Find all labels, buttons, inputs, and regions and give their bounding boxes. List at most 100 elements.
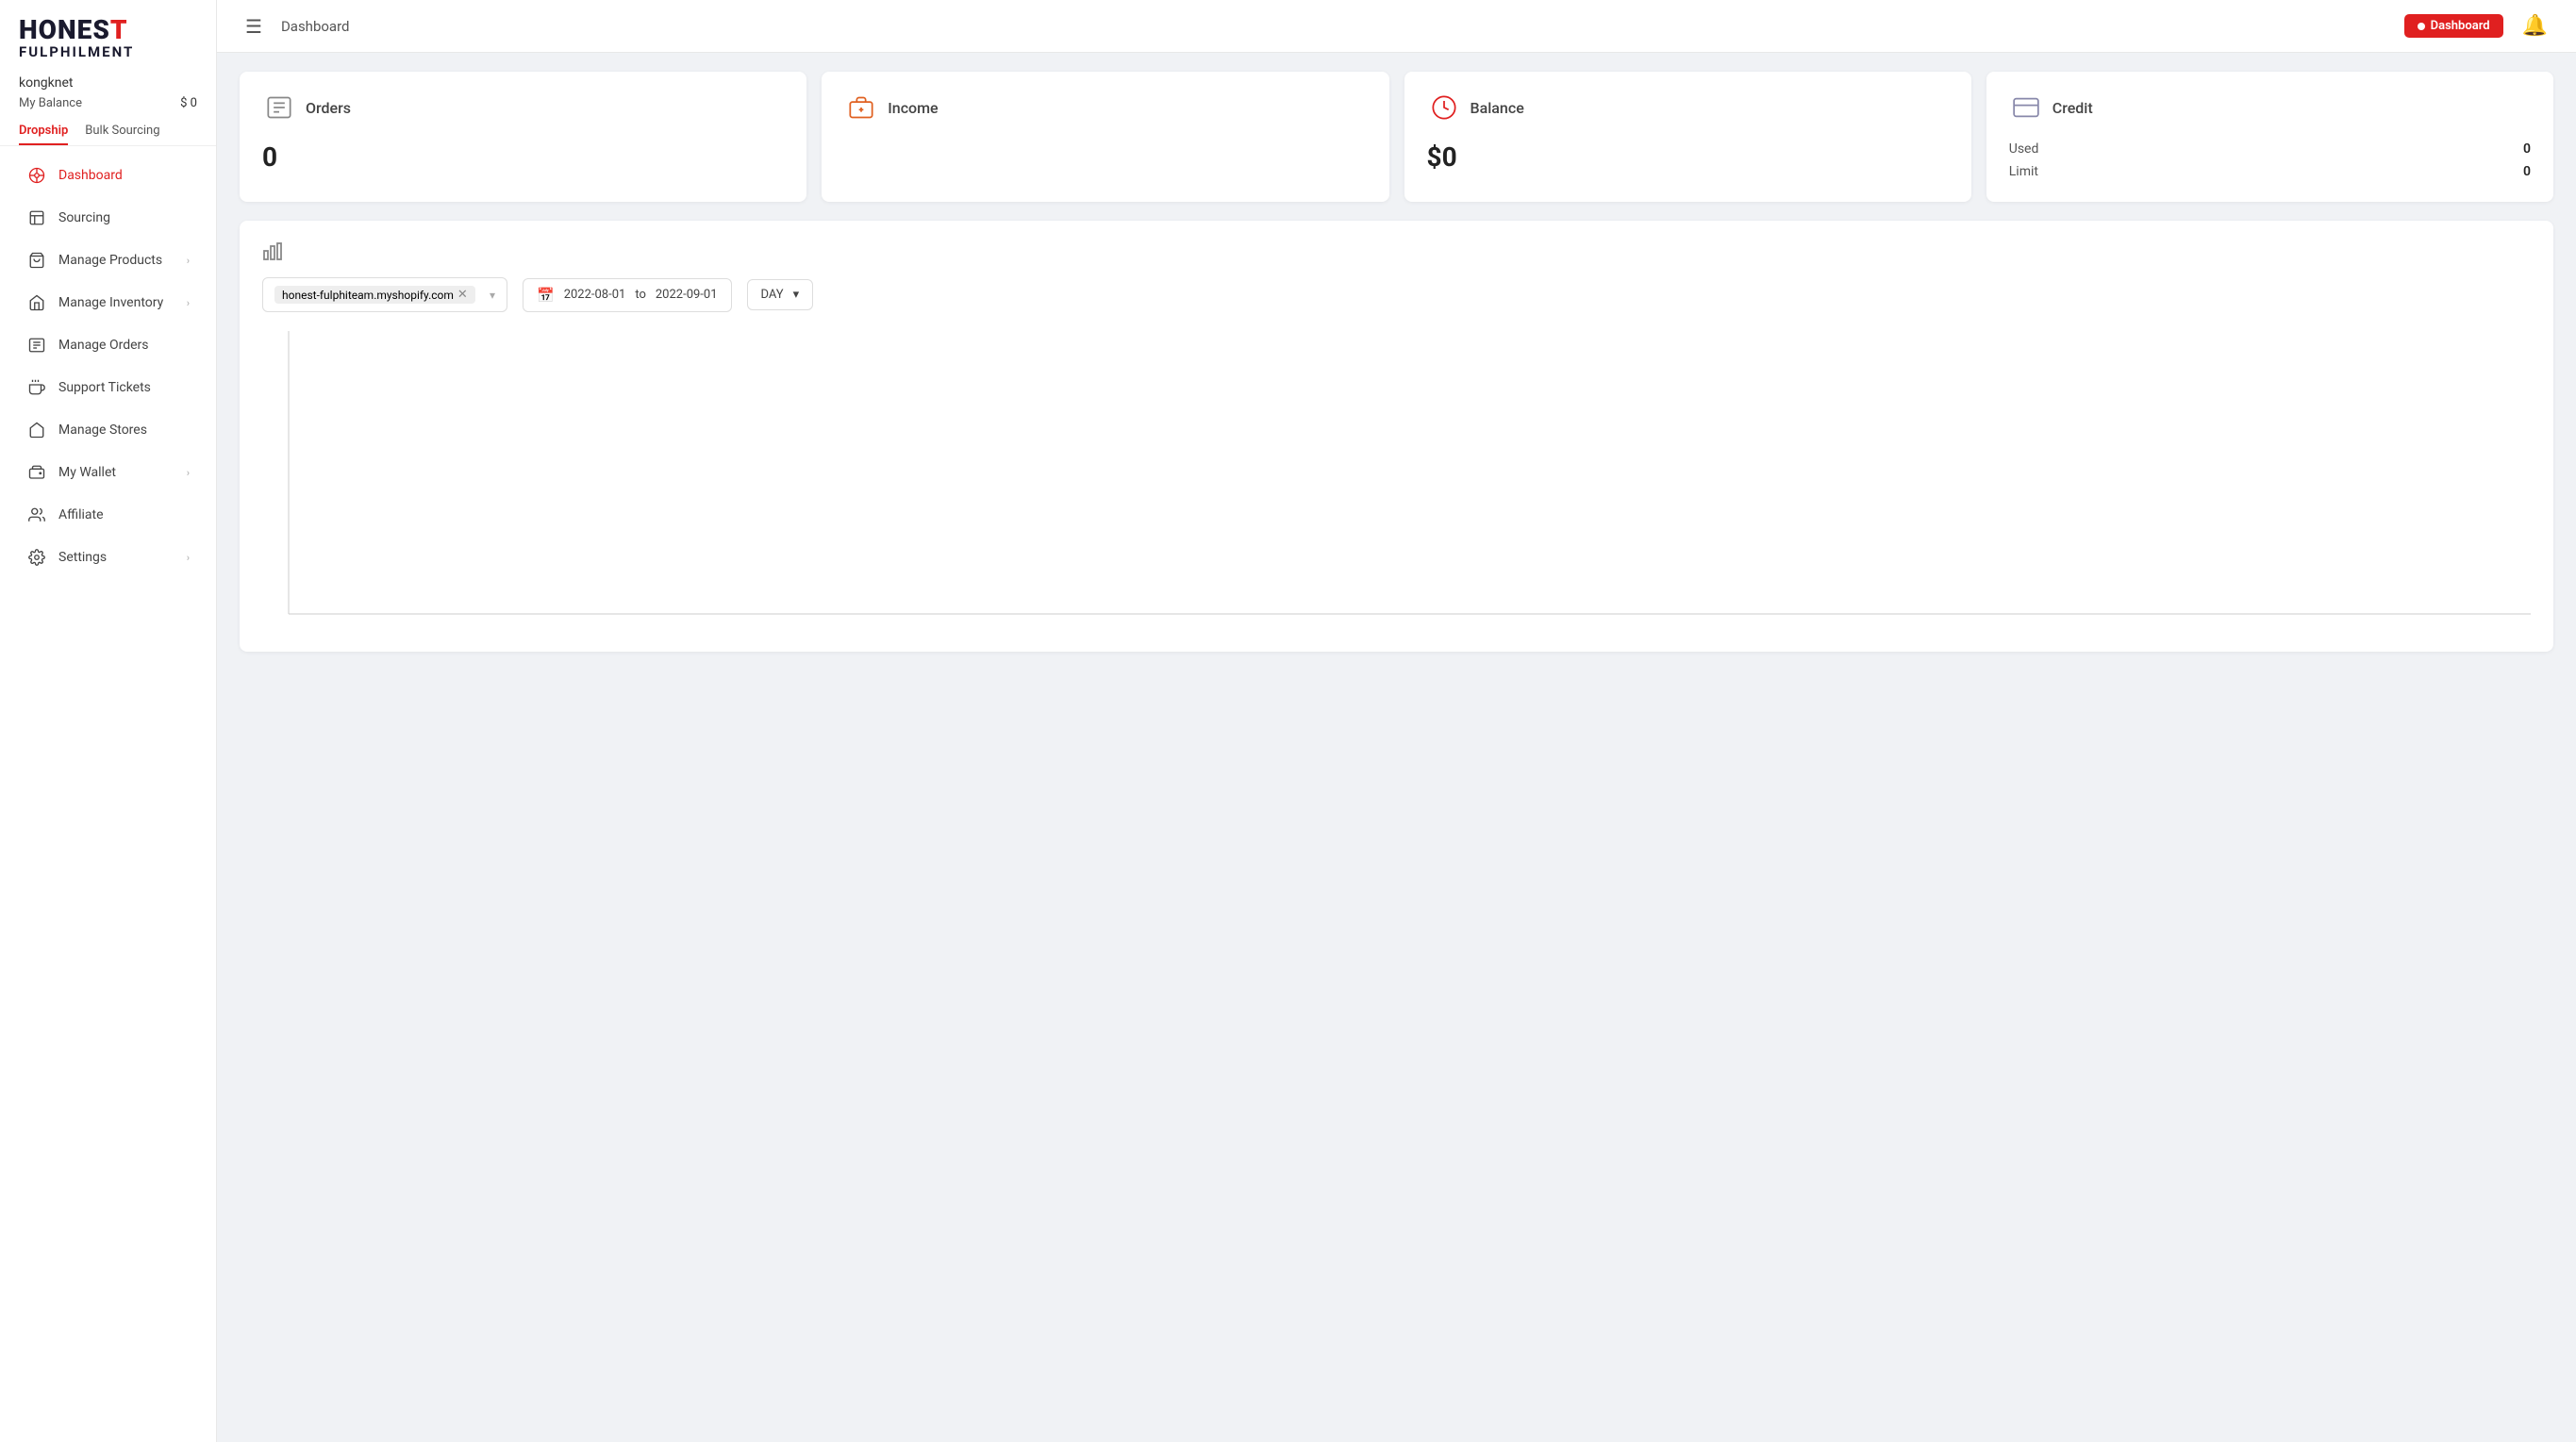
sourcing-icon — [26, 207, 47, 228]
sidebar-nav: Dashboard Sourcing Manage — [0, 154, 216, 579]
sidebar-item-inventory-label: Manage Inventory — [58, 295, 187, 310]
stat-cards: Orders 0 Income — [240, 72, 2553, 202]
chart-controls: honest-fulphiteam.myshopify.com ✕ ▾ 📅 20… — [262, 277, 2531, 312]
sidebar: HONEST FULPHILMENT kongknet My Balance $… — [0, 0, 217, 1442]
sidebar-item-sourcing[interactable]: Sourcing — [8, 197, 208, 239]
store-tag-remove[interactable]: ✕ — [457, 288, 468, 302]
credit-card-title: Credit — [2052, 99, 2093, 117]
sidebar-item-dashboard-label: Dashboard — [58, 168, 190, 183]
stores-icon — [26, 420, 47, 440]
tab-row: Dropship Bulk Sourcing — [0, 118, 216, 146]
credit-card-header: Credit — [2009, 91, 2531, 124]
balance-label: My Balance — [19, 96, 82, 110]
orders-card: Orders 0 — [240, 72, 806, 202]
sidebar-item-manage-inventory[interactable]: Manage Inventory › — [8, 282, 208, 323]
settings-chevron-icon: › — [187, 552, 190, 564]
products-icon — [26, 250, 47, 271]
sidebar-item-sourcing-label: Sourcing — [58, 210, 190, 225]
topbar-title: Dashboard — [281, 18, 350, 35]
date-range-selector[interactable]: 📅 2022-08-01 to 2022-09-01 — [523, 278, 732, 312]
sidebar-item-wallet-label: My Wallet — [58, 465, 187, 480]
content-area: Orders 0 Income — [217, 53, 2576, 1442]
chart-icon-header — [262, 240, 2531, 266]
calendar-icon: 📅 — [537, 287, 555, 304]
balance-amount: $ 0 — [180, 96, 197, 110]
credit-card-icon — [2009, 91, 2043, 124]
username: kongknet — [0, 70, 216, 91]
income-card: Income — [822, 72, 1388, 202]
sidebar-item-dashboard[interactable]: Dashboard — [8, 155, 208, 196]
badge-label: Dashboard — [2431, 19, 2490, 33]
orders-card-header: Orders — [262, 91, 784, 124]
topbar: ☰ Dashboard Dashboard 🔔 — [217, 0, 2576, 53]
notification-bell-icon[interactable]: 🔔 — [2522, 14, 2548, 38]
support-icon — [26, 377, 47, 398]
store-tag: honest-fulphiteam.myshopify.com ✕ — [274, 286, 475, 304]
store-select-chevron-icon: ▾ — [490, 289, 495, 302]
balance-card-header: Balance — [1427, 91, 1949, 124]
settings-icon — [26, 547, 47, 568]
credit-limit-value: 0 — [2523, 164, 2531, 179]
date-from: 2022-08-01 — [564, 288, 626, 302]
chart-section: honest-fulphiteam.myshopify.com ✕ ▾ 📅 20… — [240, 221, 2553, 652]
sidebar-item-affiliate-label: Affiliate — [58, 507, 190, 522]
orders-card-title: Orders — [306, 99, 351, 117]
inventory-chevron-icon: › — [187, 297, 190, 309]
products-chevron-icon: › — [187, 255, 190, 267]
logo-t-letter: T — [110, 14, 128, 45]
sidebar-item-orders-label: Manage Orders — [58, 338, 190, 353]
period-label: DAY — [761, 288, 784, 302]
chart-placeholder — [262, 331, 2531, 633]
income-card-title: Income — [888, 99, 938, 117]
sidebar-item-manage-orders[interactable]: Manage Orders — [8, 324, 208, 366]
income-card-header: Income — [844, 91, 1366, 124]
balance-card-icon — [1427, 91, 1461, 124]
logo-fulphilment: FULPHILMENT — [19, 43, 197, 60]
credit-used-value: 0 — [2523, 141, 2531, 157]
sidebar-item-affiliate[interactable]: Affiliate — [8, 494, 208, 536]
credit-used-row: Used 0 — [2009, 141, 2531, 157]
credit-limit-row: Limit 0 — [2009, 164, 2531, 179]
orders-icon — [26, 335, 47, 356]
hamburger-icon[interactable]: ☰ — [245, 15, 262, 38]
store-selector[interactable]: honest-fulphiteam.myshopify.com ✕ ▾ — [262, 277, 507, 312]
sidebar-item-products-label: Manage Products — [58, 253, 187, 268]
sidebar-item-settings[interactable]: Settings › — [8, 537, 208, 578]
sidebar-item-my-wallet[interactable]: My Wallet › — [8, 452, 208, 493]
dashboard-badge[interactable]: Dashboard — [2404, 14, 2503, 38]
period-selector[interactable]: DAY ▾ — [747, 279, 814, 310]
balance-card-value: $0 — [1427, 141, 1949, 173]
sidebar-item-settings-label: Settings — [58, 550, 187, 565]
orders-card-value: 0 — [262, 141, 784, 173]
badge-dot — [2418, 23, 2425, 30]
tab-dropship[interactable]: Dropship — [19, 118, 68, 145]
sidebar-item-stores-label: Manage Stores — [58, 423, 190, 438]
sidebar-item-manage-stores[interactable]: Manage Stores — [8, 409, 208, 451]
credit-used-label: Used — [2009, 141, 2039, 157]
orders-card-icon — [262, 91, 296, 124]
main-content: ☰ Dashboard Dashboard 🔔 — [217, 0, 2576, 1442]
balance-row: My Balance $ 0 — [0, 91, 216, 118]
balance-card: Balance $0 — [1404, 72, 1971, 202]
credit-rows: Used 0 Limit 0 — [2009, 141, 2531, 179]
sidebar-item-support-label: Support Tickets — [58, 380, 190, 395]
sidebar-item-manage-products[interactable]: Manage Products › — [8, 240, 208, 281]
topbar-left: ☰ Dashboard — [245, 15, 349, 38]
tab-bulk-sourcing[interactable]: Bulk Sourcing — [85, 118, 159, 145]
affiliate-icon — [26, 505, 47, 525]
chart-bars-icon — [262, 240, 285, 262]
wallet-chevron-icon: › — [187, 467, 190, 479]
income-card-icon — [844, 91, 878, 124]
dashboard-icon — [26, 165, 47, 186]
period-chevron-icon: ▾ — [793, 288, 800, 302]
logo-honest: HONEST — [19, 17, 197, 43]
chart-svg — [262, 331, 2531, 633]
date-to: 2022-09-01 — [656, 288, 718, 302]
inventory-icon — [26, 292, 47, 313]
date-separator: to — [635, 288, 646, 302]
wallet-icon — [26, 462, 47, 483]
sidebar-item-support-tickets[interactable]: Support Tickets — [8, 367, 208, 408]
store-tag-label: honest-fulphiteam.myshopify.com — [282, 289, 454, 302]
balance-card-title: Balance — [1471, 99, 1524, 117]
credit-card: Credit Used 0 Limit 0 — [1986, 72, 2553, 202]
